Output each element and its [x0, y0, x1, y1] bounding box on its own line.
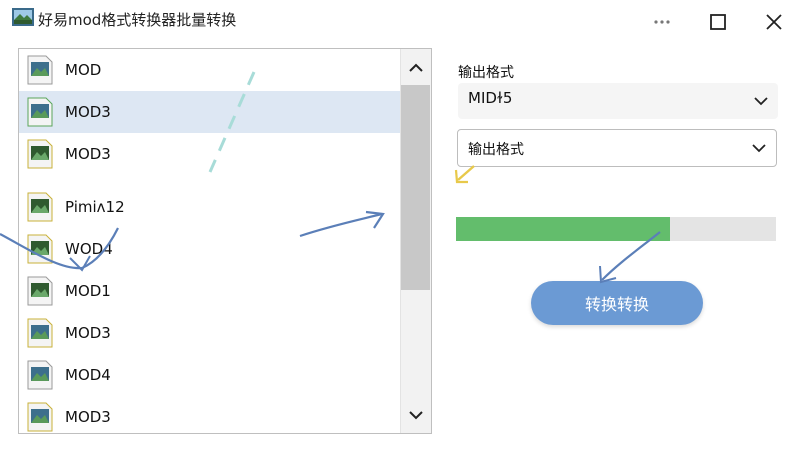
convert-button[interactable]: 转换转换	[531, 281, 703, 325]
annotation-arrow	[457, 165, 475, 181]
image-file-icon	[27, 55, 53, 85]
list-item[interactable]: WOD4	[19, 228, 400, 270]
chevron-down-icon	[409, 410, 423, 419]
file-name: MOD3	[65, 324, 111, 342]
list-item[interactable]: Pimiʌ12	[19, 186, 400, 228]
image-file-icon	[27, 318, 53, 348]
scroll-thumb[interactable]	[401, 85, 430, 290]
close-button[interactable]	[754, 6, 794, 38]
close-icon	[766, 14, 782, 30]
image-file-icon	[27, 402, 53, 432]
output-format-select[interactable]: MIDɫ5	[458, 83, 778, 119]
image-file-icon	[27, 276, 53, 306]
more-icon	[654, 20, 670, 24]
scrollbar[interactable]	[400, 49, 431, 433]
list-item[interactable]: MOD3	[19, 312, 400, 354]
image-file-icon	[27, 360, 53, 390]
output-format-label: 输出格式	[458, 65, 514, 81]
app-icon	[12, 8, 34, 26]
annotation-arrowhead	[599, 265, 617, 284]
list-item[interactable]: MOD	[19, 49, 400, 91]
progress-fill	[456, 217, 671, 241]
scroll-up-button[interactable]	[401, 53, 431, 81]
list-item[interactable]: MOD3	[19, 133, 400, 175]
file-name: MOD3	[65, 103, 111, 121]
select-value: MIDɫ5	[468, 89, 513, 107]
maximize-button[interactable]	[698, 6, 738, 38]
convert-button-label: 转换转换	[584, 295, 649, 314]
output-format-select-2[interactable]: 输出格式	[457, 129, 777, 167]
more-options-button[interactable]	[642, 6, 682, 38]
chevron-down-icon	[754, 97, 768, 106]
list-item[interactable]: MOD3	[19, 396, 400, 433]
maximize-icon	[710, 14, 726, 30]
file-list[interactable]: MOD MOD3 MOD3 Pimiʌ12 WOD4 MOD1 MOD3 MOD…	[18, 48, 432, 434]
file-name: WOD4	[65, 240, 113, 258]
scroll-down-button[interactable]	[401, 401, 431, 429]
title-bar: 好易mod格式转换器批量转换	[0, 0, 800, 44]
image-file-icon	[27, 192, 53, 222]
window-title: 好易mod格式转换器批量转换	[38, 11, 237, 29]
file-name: Pimiʌ12	[65, 198, 125, 216]
select-value: 输出格式	[468, 142, 524, 158]
annotation-arrowhead	[454, 169, 468, 184]
file-name: MOD4	[65, 366, 111, 384]
list-item[interactable]: MOD4	[19, 354, 400, 396]
chevron-down-icon	[752, 144, 766, 153]
list-item[interactable]: MOD1	[19, 270, 400, 312]
file-name: MOD3	[65, 408, 111, 426]
chevron-up-icon	[409, 63, 423, 72]
image-file-icon	[27, 234, 53, 264]
progress-bar	[456, 217, 776, 241]
file-name: MOD3	[65, 145, 111, 163]
list-item[interactable]: MOD3	[19, 91, 400, 133]
file-name: MOD1	[65, 282, 111, 300]
image-file-icon	[27, 139, 53, 169]
file-name: MOD	[65, 61, 102, 79]
image-file-icon	[27, 97, 53, 127]
